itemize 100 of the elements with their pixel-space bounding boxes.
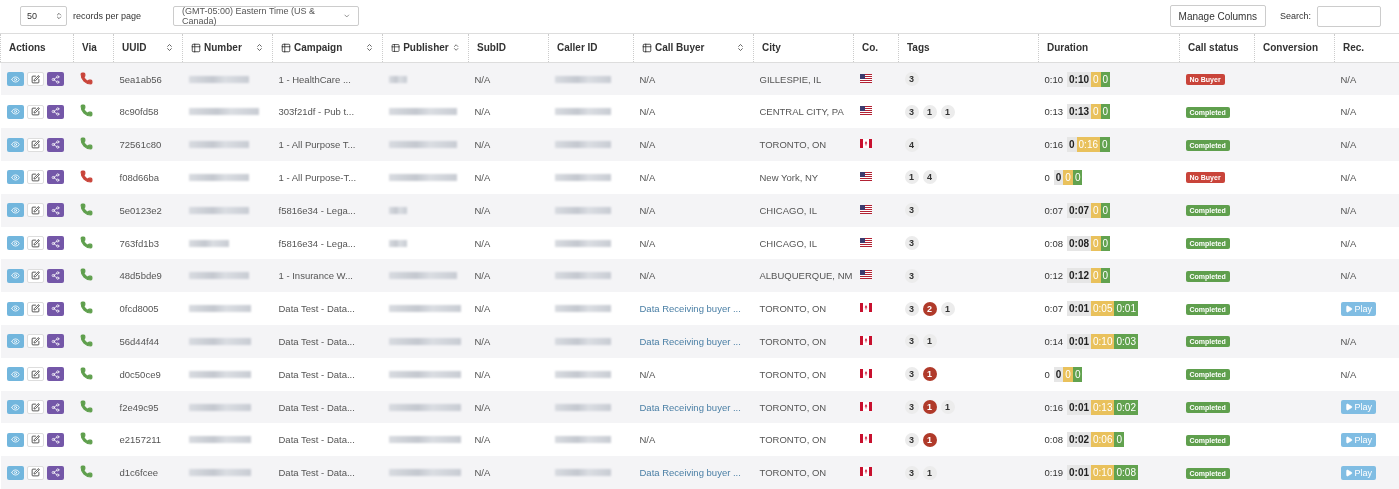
search-field[interactable] — [1317, 5, 1381, 27]
edit-button[interactable] — [26, 334, 44, 349]
edit-button[interactable] — [26, 236, 44, 250]
share-button[interactable] — [46, 465, 64, 480]
blurred-text — [188, 403, 251, 411]
uuid-text: 763fd1b3 — [119, 237, 160, 249]
table-icon — [642, 42, 652, 53]
share-button[interactable] — [46, 400, 64, 414]
duration-total: 0:13 — [1044, 106, 1063, 118]
duration-segment: 0:13 — [1091, 399, 1115, 415]
duration-total: 0:16 — [1044, 139, 1063, 151]
subid-text: N/A — [474, 73, 491, 85]
blurred-text — [388, 141, 457, 149]
city-text: CHICAGO, IL — [759, 204, 818, 216]
timezone-select[interactable]: (GMT-05:00) Eastern Time (US & Canada) — [173, 6, 360, 27]
table-icon — [391, 42, 401, 53]
city-text: CHICAGO, IL — [759, 237, 818, 249]
city-text: TORONTO, ON — [759, 401, 827, 413]
edit-button[interactable] — [26, 301, 44, 316]
column-header[interactable]: Number — [182, 33, 273, 63]
blurred-text — [554, 206, 611, 214]
column-header[interactable]: Call Buyer — [633, 33, 754, 63]
edit-button[interactable] — [26, 72, 44, 87]
share-icon — [50, 107, 60, 117]
share-button[interactable] — [46, 301, 64, 316]
eye-icon — [10, 369, 20, 379]
subid-text: N/A — [474, 106, 491, 118]
eye-icon — [10, 271, 20, 281]
sort-icon — [165, 43, 174, 53]
duration-total: 0 — [1044, 368, 1050, 380]
subid-text: N/A — [474, 401, 491, 413]
share-button[interactable] — [46, 72, 64, 87]
blurred-text — [554, 108, 611, 116]
uuid-text: 5ea1ab56 — [119, 73, 162, 85]
edit-button[interactable] — [26, 465, 44, 480]
column-header: Tags — [898, 33, 1039, 63]
blurred-text — [388, 206, 407, 214]
buyer-link[interactable]: Data Receiving buyer ... — [639, 401, 741, 413]
blurred-text — [188, 436, 251, 444]
duration-segment: 0:05 — [1091, 301, 1115, 317]
buyer-link[interactable]: Data Receiving buyer ... — [639, 303, 741, 315]
edit-icon — [30, 402, 40, 412]
share-button[interactable] — [46, 236, 64, 250]
share-icon — [50, 271, 60, 281]
edit-icon — [30, 172, 40, 182]
duration-total: 0:07 — [1044, 303, 1063, 315]
rec-text: N/A — [1340, 368, 1357, 380]
column-header[interactable]: Publisher — [382, 33, 469, 63]
edit-button[interactable] — [26, 367, 44, 382]
duration-segment: 0:08 — [1067, 235, 1091, 251]
tag-badge: 3 — [904, 301, 919, 316]
tag-badge: 3 — [904, 465, 919, 480]
page-size-select[interactable]: 50 — [20, 6, 67, 27]
duration-segment: 0 — [1100, 137, 1110, 153]
rec-text: N/A — [1340, 335, 1357, 347]
edit-button[interactable] — [26, 104, 44, 119]
uuid-text: 5e0123e2 — [119, 204, 162, 216]
eye-icon — [10, 107, 20, 117]
blurred-text — [554, 337, 611, 345]
edit-button[interactable] — [26, 203, 44, 218]
duration-total: 0:16 — [1044, 401, 1063, 413]
column-header: Conversion — [1254, 33, 1335, 63]
edit-button[interactable] — [26, 400, 44, 414]
column-header[interactable]: Campaign — [272, 33, 383, 63]
edit-button[interactable] — [26, 268, 44, 283]
subid-text: N/A — [474, 467, 491, 479]
share-icon — [50, 304, 60, 314]
share-button[interactable] — [46, 104, 64, 119]
buyer-link[interactable]: Data Receiving buyer ... — [639, 467, 741, 479]
share-button[interactable] — [46, 268, 64, 283]
campaign-text: Data Test - Data... — [278, 303, 355, 315]
duration-total: 0:19 — [1044, 467, 1063, 479]
share-button[interactable] — [46, 367, 64, 382]
column-header: SubID — [468, 33, 549, 63]
tag-badge: 3 — [904, 400, 919, 414]
duration-segment: 0 — [1100, 104, 1111, 120]
eye-icon — [10, 74, 20, 84]
edit-button[interactable] — [26, 432, 44, 447]
page-size-label: records per page — [73, 11, 142, 22]
edit-icon — [30, 468, 40, 478]
column-header[interactable]: UUID — [113, 33, 183, 63]
blurred-text — [188, 239, 229, 247]
share-button[interactable] — [46, 334, 64, 349]
buyer-link[interactable]: Data Receiving buyer ... — [639, 335, 741, 347]
tag-badge: 3 — [904, 268, 919, 283]
edit-button[interactable] — [26, 137, 44, 152]
duration-segment: 0:01 — [1067, 301, 1091, 317]
share-button[interactable] — [46, 137, 64, 152]
share-button[interactable] — [46, 170, 64, 185]
duration-segment: 0:06 — [1091, 432, 1115, 448]
tag-badge: 1 — [940, 301, 955, 316]
tag-badge: 3 — [904, 236, 919, 250]
share-icon — [50, 336, 60, 346]
share-button[interactable] — [46, 203, 64, 218]
share-button[interactable] — [46, 432, 64, 447]
table-icon — [191, 42, 201, 53]
duration-segment: 0:02 — [1067, 432, 1091, 448]
edit-button[interactable] — [26, 170, 44, 185]
tag-badge: 3 — [904, 367, 919, 382]
manage-columns-button[interactable]: Manage Columns — [1169, 5, 1266, 28]
